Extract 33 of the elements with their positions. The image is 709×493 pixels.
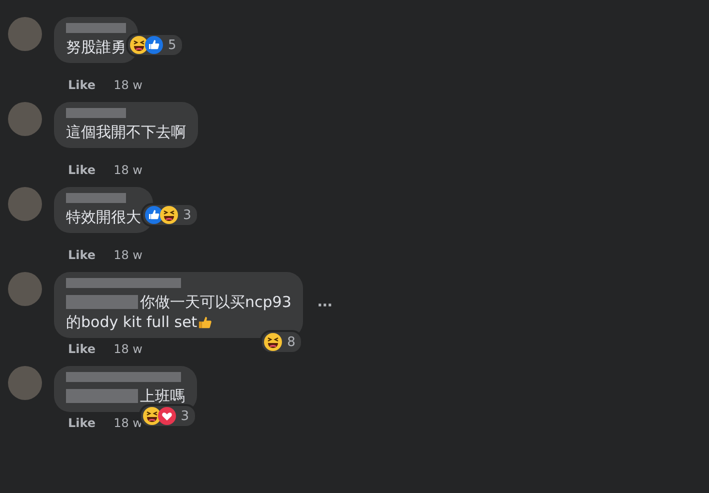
like-link[interactable]: Like	[68, 416, 96, 430]
comment-text: 特效開很大	[66, 207, 141, 227]
comment-time[interactable]: 18 w	[114, 342, 142, 356]
more-options-button[interactable]: ···	[317, 294, 332, 316]
avatar-placeholder	[8, 272, 42, 306]
avatar-placeholder	[8, 366, 42, 400]
comment-text: 的body kit full set	[66, 312, 198, 332]
avatar-placeholder	[8, 17, 42, 51]
blurred-mention	[66, 295, 138, 309]
laughing-face-icon	[160, 206, 178, 224]
like-link[interactable]: Like	[68, 248, 96, 262]
thumbs-up-icon	[145, 36, 163, 54]
comment-time[interactable]: 18 w	[114, 248, 142, 262]
comment-time[interactable]: 18 w	[114, 78, 142, 92]
laughing-face-icon	[142, 407, 161, 425]
blurred-name	[66, 108, 126, 118]
comment-text: 上班嗎	[140, 386, 185, 406]
comment-time[interactable]: 18 w	[114, 163, 142, 177]
avatar-placeholder	[8, 102, 42, 136]
like-link[interactable]: Like	[68, 78, 96, 92]
reaction-count[interactable]: 8	[260, 330, 304, 354]
reaction-count[interactable]: 3	[141, 203, 200, 227]
comment-text: 你做一天可以买ncp93	[140, 292, 292, 312]
reaction-count[interactable]: 5	[126, 33, 184, 57]
blurred-name	[66, 23, 126, 33]
comment-text: 這個我開不下去啊	[66, 122, 186, 142]
comment-text: 努股誰勇	[66, 37, 126, 57]
laughing-face-icon	[264, 333, 282, 351]
blurred-name	[66, 193, 126, 203]
like-link[interactable]: Like	[68, 163, 96, 177]
avatar-placeholder	[8, 187, 42, 221]
like-link[interactable]: Like	[68, 342, 96, 356]
blurred-mention	[66, 389, 138, 403]
